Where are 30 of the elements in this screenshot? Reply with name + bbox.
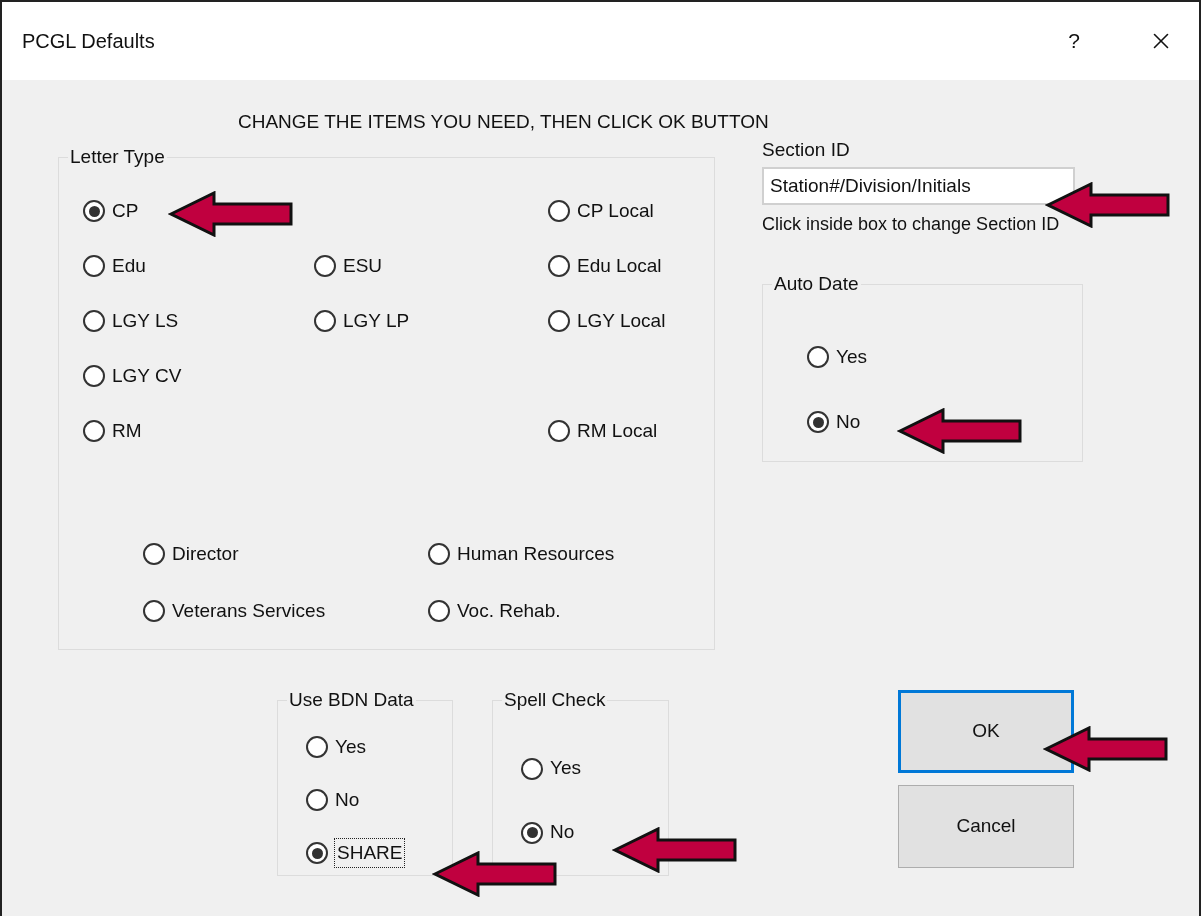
radio-option[interactable]: ESU: [314, 251, 383, 281]
radio-option[interactable]: RM: [83, 416, 142, 446]
radio-option[interactable]: CP Local: [548, 196, 654, 226]
radio-option[interactable]: Director: [143, 539, 239, 569]
radio-option[interactable]: Voc. Rehab.: [428, 596, 561, 626]
radio-option[interactable]: Yes: [521, 754, 581, 783]
radio-option[interactable]: LGY LP: [314, 306, 410, 336]
dialog-button[interactable]: Cancel: [898, 784, 1074, 868]
radio-option[interactable]: Human Resources: [428, 539, 615, 569]
radio-option[interactable]: No: [521, 818, 575, 847]
radio-option[interactable]: No: [306, 785, 360, 815]
radio-option[interactable]: LGY CV: [83, 361, 182, 391]
section-id-field[interactable]: Station#/Division/Initials: [762, 166, 1075, 205]
radio-option[interactable]: Veterans Services: [143, 596, 326, 626]
radio-option[interactable]: Yes: [306, 732, 366, 762]
radio-option[interactable]: CP: [83, 196, 139, 226]
radio-option[interactable]: Edu Local: [548, 251, 662, 281]
radio-option[interactable]: Yes: [807, 342, 867, 372]
dialog-button[interactable]: OK: [898, 689, 1074, 773]
instruction-text: CHANGE THE ITEMS YOU NEED, THEN CLICK OK BUTTON: [237, 110, 770, 134]
section-id-hint: Click inside box to change Section ID: [762, 212, 1061, 236]
radio-option[interactable]: RM Local: [548, 416, 658, 446]
section-id-label: Section ID: [762, 137, 851, 162]
radio-option[interactable]: SHARE: [306, 838, 405, 868]
radio-option[interactable]: Edu: [83, 251, 146, 281]
radio-option[interactable]: LGY Local: [548, 306, 666, 336]
window-title: PCGL Defaults: [22, 29, 155, 54]
help-button[interactable]: ?: [1054, 25, 1094, 57]
radio-option[interactable]: No: [807, 407, 861, 437]
radio-option[interactable]: LGY LS: [83, 306, 179, 336]
